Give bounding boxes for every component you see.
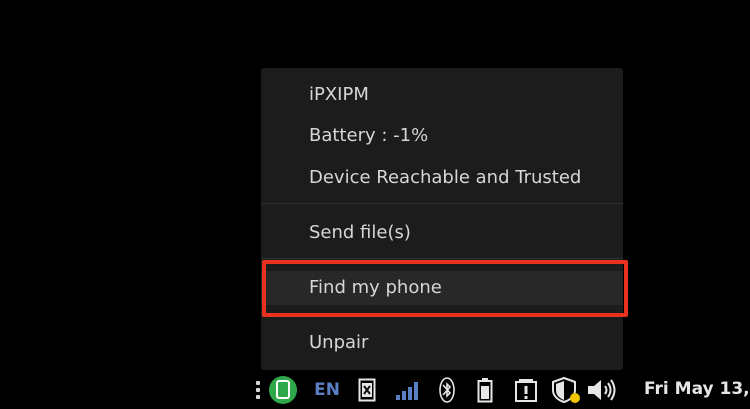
menu-item-device-name: iPXIPM bbox=[309, 84, 369, 105]
bluetooth-icon[interactable] bbox=[436, 370, 458, 409]
keyboard-language-indicator[interactable]: EN bbox=[312, 370, 342, 409]
menu-item-battery: Battery : -1% bbox=[309, 125, 429, 146]
battery-icon[interactable] bbox=[474, 370, 496, 409]
kdeconnect-tray-icon[interactable] bbox=[268, 370, 298, 409]
menu-item-unpair[interactable]: Unpair bbox=[261, 326, 623, 360]
kdeconnect-context-menu: iPXIPM Battery : -1% Device Reachable an… bbox=[261, 68, 623, 370]
security-shield-icon[interactable] bbox=[549, 370, 583, 409]
desktop: iPXIPM Battery : -1% Device Reachable an… bbox=[0, 0, 750, 409]
menu-item-send-files[interactable]: Send file(s) bbox=[261, 216, 623, 250]
panel-drag-handle[interactable] bbox=[254, 370, 262, 409]
menu-separator bbox=[261, 313, 623, 314]
system-tray-panel: EN Fri May 13, bbox=[246, 370, 750, 409]
clock-date[interactable]: Fri May 13, bbox=[644, 370, 750, 409]
clipboard-icon[interactable] bbox=[356, 370, 378, 409]
menu-separator bbox=[261, 203, 623, 204]
update-notifier-icon[interactable] bbox=[512, 370, 540, 409]
network-signal-icon[interactable] bbox=[394, 370, 422, 409]
menu-item-device-status: Device Reachable and Trusted bbox=[309, 167, 582, 188]
menu-item-find-my-phone[interactable]: Find my phone bbox=[261, 271, 623, 305]
volume-icon[interactable] bbox=[584, 370, 620, 409]
menu-separator bbox=[261, 258, 623, 259]
